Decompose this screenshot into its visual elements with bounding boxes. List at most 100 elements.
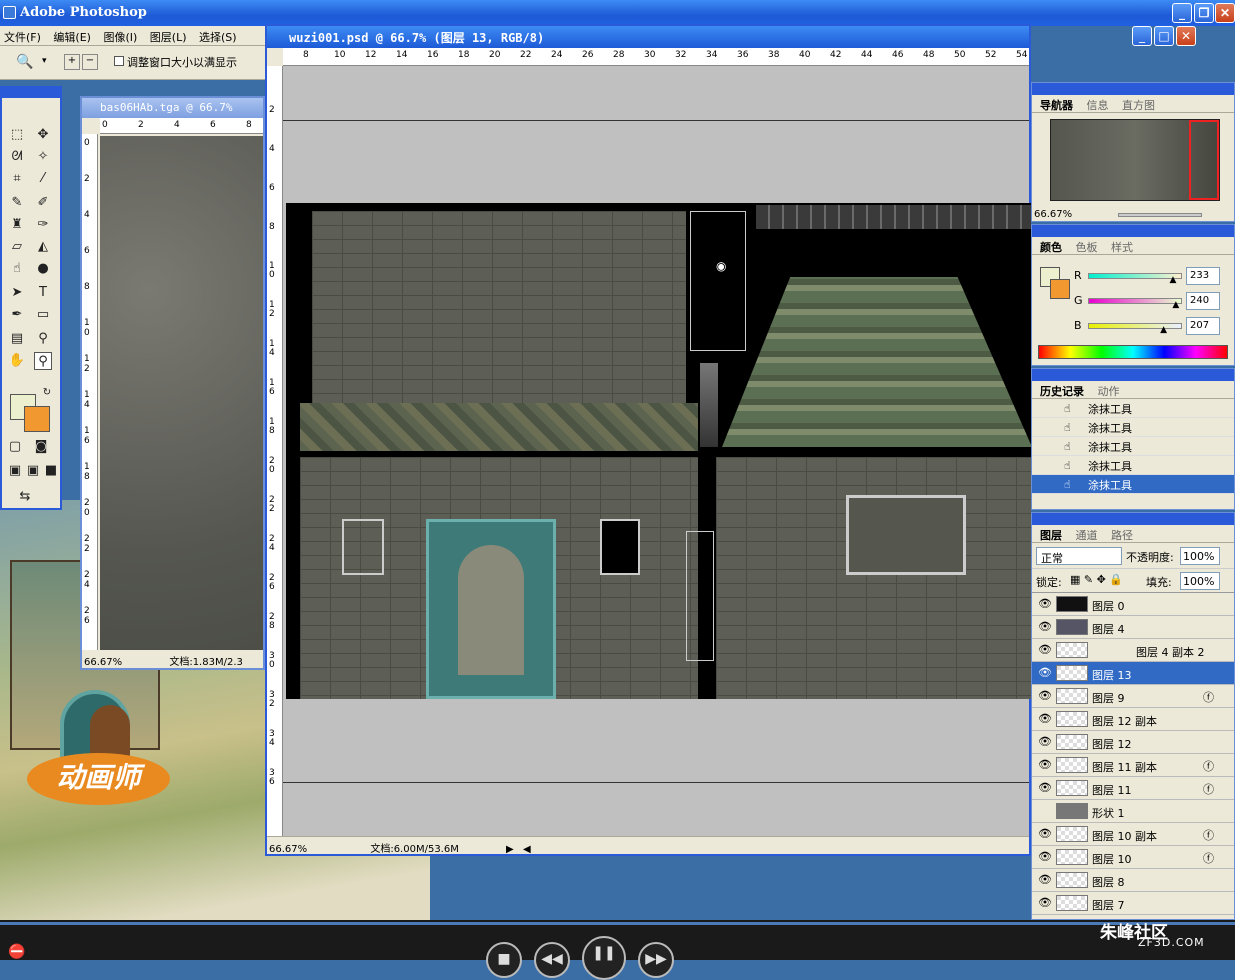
layer-row[interactable]: 👁 图层 11 副本 ⓕ	[1032, 754, 1234, 777]
doc2-close-icon[interactable]: ✕	[1176, 26, 1196, 46]
eye-icon[interactable]: 👁	[1038, 896, 1052, 909]
menu-edit[interactable]: 编辑(E)	[49, 26, 96, 45]
full-screen-menu-icon[interactable]: ▣	[24, 462, 42, 480]
color-channel-value[interactable]: 233	[1186, 267, 1220, 285]
color-bg-swatch[interactable]	[1050, 279, 1070, 299]
layer-row[interactable]: 👁 图层 0	[1032, 593, 1234, 616]
chevron-down-icon[interactable]: ▾	[42, 56, 47, 66]
fill-input[interactable]: 100%	[1180, 572, 1220, 590]
doc2-minimize-icon[interactable]: _	[1132, 26, 1152, 46]
layer-row[interactable]: 👁 图层 12	[1032, 731, 1234, 754]
layer-row[interactable]: 👁 图层 4 副本 2	[1032, 639, 1234, 662]
layer-effects-icon[interactable]: ⓕ	[1203, 781, 1214, 797]
history-item[interactable]: ☝ 涂抹工具	[1032, 418, 1234, 437]
color-spectrum-bar[interactable]	[1038, 345, 1228, 359]
clone-stamp-icon[interactable]: ♜	[8, 216, 26, 234]
standard-mode-icon[interactable]: ▢	[6, 438, 24, 456]
eye-icon[interactable]: 👁	[1038, 666, 1052, 679]
layer-row[interactable]: 👁 图层 9 ⓕ	[1032, 685, 1234, 708]
history-item[interactable]: ☝ 涂抹工具	[1032, 399, 1234, 418]
texture-artwork[interactable]: ◉	[286, 203, 1032, 699]
tab-channels[interactable]: 通道	[1076, 529, 1098, 542]
menu-select[interactable]: 选择(S)	[195, 26, 242, 45]
layer-row[interactable]: 形状 1	[1032, 800, 1234, 823]
menu-layer[interactable]: 图层(L)	[146, 26, 192, 45]
eraser-tool-icon[interactable]: ▱	[8, 238, 26, 256]
tab-paths[interactable]: 路径	[1111, 529, 1133, 542]
layer-row[interactable]: 👁 图层 10 副本 ⓕ	[1032, 823, 1234, 846]
tab-info[interactable]: 信息	[1087, 99, 1109, 112]
eye-icon[interactable]: 👁	[1038, 850, 1052, 863]
tab-styles[interactable]: 样式	[1111, 241, 1133, 254]
swap-colors-icon[interactable]: ↻	[38, 384, 56, 402]
doc2-zoom[interactable]: 66.67%	[269, 844, 307, 855]
layer-effects-icon[interactable]: ⓕ	[1203, 850, 1214, 866]
layer-effects-icon[interactable]: ⓕ	[1203, 689, 1214, 705]
eye-icon[interactable]: 👁	[1038, 873, 1052, 886]
zoom-out-icon[interactable]: −	[82, 54, 98, 70]
eye-icon[interactable]: 👁	[1038, 781, 1052, 794]
hand-tool-icon[interactable]: ✋	[8, 352, 26, 370]
type-tool-icon[interactable]: T	[34, 284, 52, 302]
playback-progress-bar[interactable]	[0, 922, 1235, 925]
tab-color[interactable]: 颜色	[1040, 241, 1062, 254]
stop-icon[interactable]: ■	[486, 942, 522, 978]
stone-texture-canvas[interactable]	[100, 136, 263, 650]
zoom-tool-icon[interactable]: 🔍	[16, 54, 33, 70]
shape-tool-icon[interactable]: ▭	[34, 306, 52, 324]
healing-brush-icon[interactable]: ✎	[8, 194, 26, 212]
lasso-tool-icon[interactable]: ᘛ	[8, 148, 26, 166]
guide-line[interactable]	[283, 120, 1029, 121]
history-brush-icon[interactable]: ✑	[34, 216, 52, 234]
color-channel-slider[interactable]	[1088, 273, 1182, 279]
navigator-thumbnail[interactable]	[1050, 119, 1220, 201]
crop-tool-icon[interactable]: ⌗	[8, 170, 26, 188]
brush-tool-icon[interactable]: ✐	[34, 194, 52, 212]
rewind-icon[interactable]: ◀◀	[534, 942, 570, 978]
eye-icon[interactable]: 👁	[1038, 689, 1052, 702]
slider-thumb-icon[interactable]: ▲	[1172, 300, 1179, 310]
close-icon[interactable]: ✕	[1215, 3, 1235, 23]
zoom-in-icon[interactable]: +	[64, 54, 80, 70]
slice-tool-icon[interactable]: ⁄	[34, 170, 52, 188]
background-color-swatch[interactable]	[24, 406, 50, 432]
layer-row[interactable]: 👁 图层 11 ⓕ	[1032, 777, 1234, 800]
slider-thumb-icon[interactable]: ▲	[1160, 325, 1167, 335]
eyedropper-icon[interactable]: ⚲	[34, 330, 52, 348]
tab-layers[interactable]: 图层	[1040, 529, 1062, 542]
tab-history[interactable]: 历史记录	[1040, 385, 1084, 398]
color-channel-slider[interactable]	[1088, 323, 1182, 329]
notes-tool-icon[interactable]: ▤	[8, 330, 26, 348]
color-channel-value[interactable]: 207	[1186, 317, 1220, 335]
eye-icon[interactable]: 👁	[1038, 712, 1052, 725]
history-item[interactable]: ☝ 涂抹工具	[1032, 475, 1234, 494]
dodge-tool-icon[interactable]: ●	[34, 260, 52, 278]
jump-to-imageready-icon[interactable]: ⇆	[16, 488, 34, 506]
menu-file[interactable]: 文件(F)	[0, 26, 46, 45]
pause-icon[interactable]: ❚❚	[582, 936, 626, 980]
zoom-tool-icon[interactable]: ⚲	[34, 352, 52, 370]
eye-icon[interactable]: 👁	[1038, 758, 1052, 771]
magic-wand-tool-icon[interactable]: ✧	[34, 148, 52, 166]
color-channel-slider[interactable]	[1088, 298, 1182, 304]
eye-icon[interactable]: 👁	[1038, 643, 1052, 656]
pen-tool-icon[interactable]: ✒	[8, 306, 26, 324]
layer-row[interactable]: 👁 图层 8	[1032, 869, 1234, 892]
tab-navigator[interactable]: 导航器	[1040, 99, 1073, 112]
resize-window-checkbox[interactable]	[114, 56, 124, 66]
marquee-tool-icon[interactable]: ⬚	[8, 126, 26, 144]
restore-icon[interactable]: ❐	[1194, 3, 1214, 23]
navigator-zoom[interactable]: 66.67%	[1034, 209, 1072, 220]
eye-icon[interactable]: 👁	[1038, 620, 1052, 633]
navigator-view-box[interactable]	[1189, 120, 1219, 200]
layer-row[interactable]: 👁 图层 13	[1032, 662, 1234, 685]
tab-histogram[interactable]: 直方图	[1122, 99, 1155, 112]
layer-row[interactable]: 👁 图层 4	[1032, 616, 1234, 639]
doc1-zoom[interactable]: 66.67%	[84, 657, 122, 668]
history-item[interactable]: ☝ 涂抹工具	[1032, 456, 1234, 475]
history-item[interactable]: ☝ 涂抹工具	[1032, 437, 1234, 456]
layer-effects-icon[interactable]: ⓕ	[1203, 827, 1214, 843]
scroll-left-icon[interactable]: ◀	[523, 844, 531, 855]
color-channel-value[interactable]: 240	[1186, 292, 1220, 310]
fast-forward-icon[interactable]: ▶▶	[638, 942, 674, 978]
